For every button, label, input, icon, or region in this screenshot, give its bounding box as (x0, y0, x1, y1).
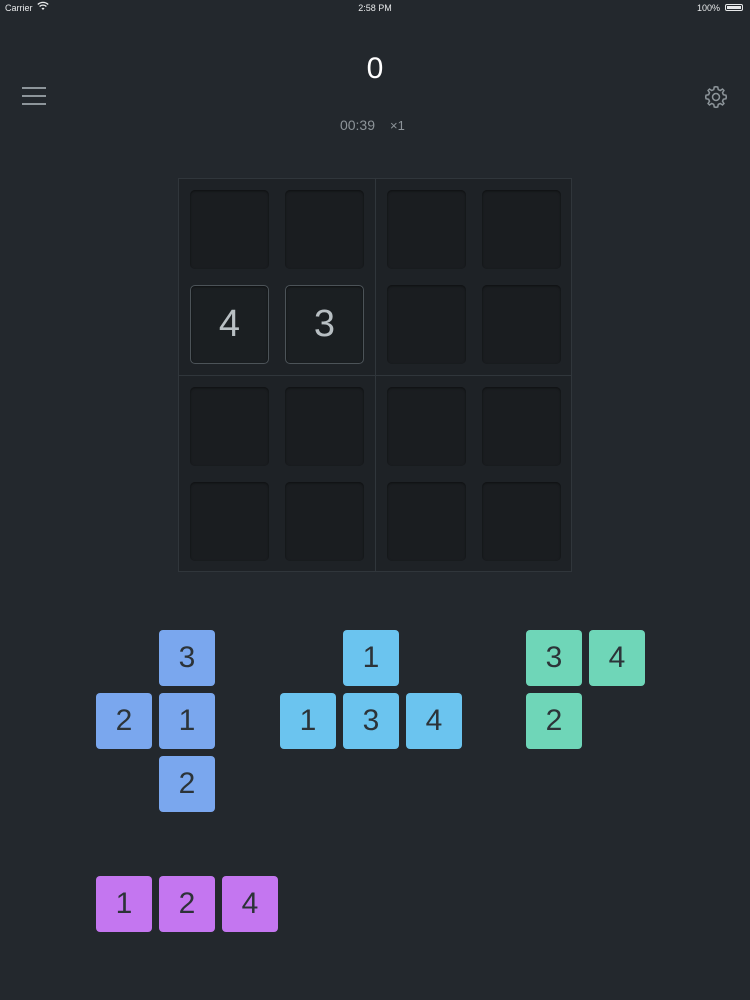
piece-tile: 2 (159, 876, 215, 932)
status-bar: Carrier 2:58 PM 100% (0, 0, 750, 16)
piece-tile: 1 (96, 876, 152, 932)
board-cell[interactable] (190, 482, 269, 561)
board-cell[interactable] (285, 482, 364, 561)
board-cell[interactable] (482, 285, 561, 364)
piece-tile: 3 (343, 693, 399, 749)
menu-button[interactable] (22, 84, 46, 108)
board-cell[interactable] (387, 482, 466, 561)
piece-tile: 1 (280, 693, 336, 749)
timer-display: 00:39 (339, 117, 376, 133)
piece-tile: 2 (96, 693, 152, 749)
piece-tile: 1 (159, 693, 215, 749)
board-cell[interactable] (387, 285, 466, 364)
board-cell[interactable] (482, 387, 561, 466)
score-display: 0 (366, 52, 384, 85)
battery-icon (725, 4, 743, 11)
battery-percentage: 100% (696, 3, 720, 13)
board-cell[interactable] (285, 190, 364, 269)
piece-tile: 4 (589, 630, 645, 686)
board-cell[interactable]: 4 (190, 285, 269, 364)
piece-tile: 3 (159, 630, 215, 686)
gear-icon (704, 85, 728, 109)
multiplier-display: ×1 (390, 118, 405, 133)
piece-tile: 4 (222, 876, 278, 932)
hamburger-menu-icon (22, 87, 46, 105)
board-cell[interactable]: 3 (285, 285, 364, 364)
piece-tile: 2 (159, 756, 215, 812)
board-divider-horizontal (179, 375, 571, 376)
board-cell[interactable] (190, 190, 269, 269)
status-time: 2:58 PM (358, 3, 392, 13)
piece-tile: 2 (526, 693, 582, 749)
piece-tile: 1 (343, 630, 399, 686)
board-cell[interactable] (190, 387, 269, 466)
board-cell[interactable] (482, 482, 561, 561)
board-cell[interactable] (482, 190, 561, 269)
board-cell[interactable] (387, 387, 466, 466)
settings-button[interactable] (703, 84, 729, 110)
board-cell[interactable] (387, 190, 466, 269)
piece-tile: 4 (406, 693, 462, 749)
board-cell[interactable] (285, 387, 364, 466)
piece-tile: 3 (526, 630, 582, 686)
game-board: 43 (178, 178, 572, 572)
